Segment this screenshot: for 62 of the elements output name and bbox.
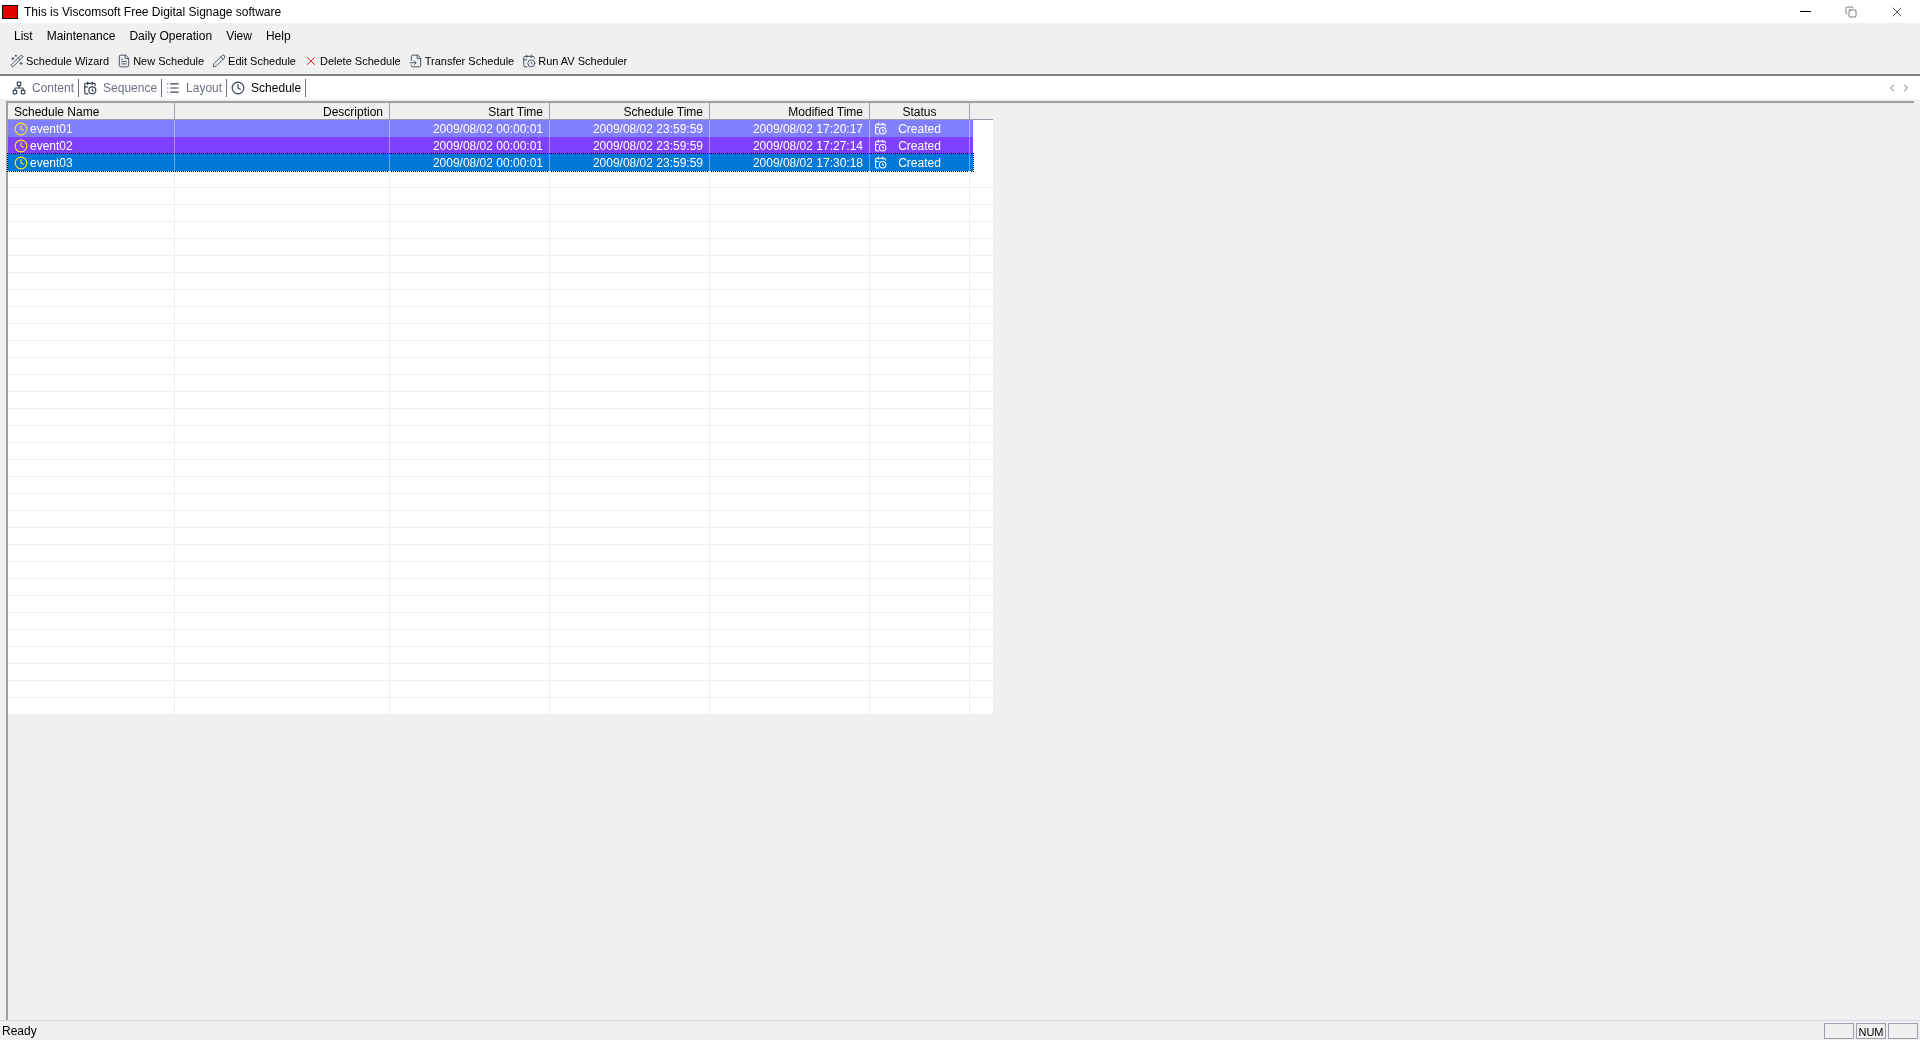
table-cell-text: 2009/08/02 00:00:01: [432, 120, 543, 138]
status-text: Ready: [2, 1022, 37, 1040]
pencil-icon: [212, 54, 227, 68]
tab[interactable]: Schedule: [227, 78, 307, 97]
table-cell-text: Created: [898, 120, 941, 138]
minimize-icon: [1799, 11, 1811, 12]
status-icon: [874, 122, 887, 135]
table-row[interactable]: event02 2009/08/02 00:00:01 2009/08/02 23:59:59 2009/08/02 17:27:14 Created: [8, 137, 973, 154]
tab[interactable]: Sequence: [79, 78, 163, 97]
table-cell-text: Created: [898, 154, 941, 172]
menu-item[interactable]: View: [226, 27, 252, 45]
table-row[interactable]: event03 2009/08/02 00:00:01 2009/08/02 23:59:59 2009/08/02 17:30:18 Created: [8, 154, 973, 171]
table-cell-text: 2009/08/02 17:30:18: [752, 154, 863, 172]
status-pane: [1824, 1022, 1854, 1039]
status-icon: [874, 139, 887, 152]
window-title: This is Viscomsoft Free Digital Signage software: [24, 3, 282, 21]
column-header[interactable]: Status: [870, 103, 970, 119]
clock-icon: [231, 80, 246, 95]
toolbar-button[interactable]: Run AV Scheduler: [522, 52, 628, 70]
menu-item[interactable]: Daily Operation: [129, 27, 213, 45]
wand-icon: [10, 54, 24, 68]
column-header[interactable]: Modified Time: [710, 103, 870, 119]
table-cell-text: 2009/08/02 00:00:01: [432, 137, 543, 155]
table-cell-text: event03: [30, 154, 73, 172]
toolbar-button[interactable]: Delete Schedule: [304, 52, 401, 70]
network-icon: [12, 80, 26, 95]
toolbar-button[interactable]: Transfer Schedule: [408, 52, 515, 70]
column-header[interactable]: Description: [175, 103, 390, 119]
tab[interactable]: Layout: [162, 78, 228, 97]
toolbar-button[interactable]: Edit Schedule: [212, 52, 296, 70]
app-logo-icon: [2, 4, 18, 19]
schedule-icon: [14, 121, 28, 136]
delete-icon: [304, 54, 318, 68]
table-cell-text: 2009/08/02 23:59:59: [592, 120, 703, 138]
calendar-clock-icon: [83, 80, 98, 95]
schedule-icon: [14, 155, 28, 170]
table-cell-text: 2009/08/02 23:59:59: [592, 154, 703, 172]
toolbar-button[interactable]: Schedule Wizard: [10, 52, 110, 70]
restore-icon: [1845, 5, 1857, 18]
table-cell-text: 2009/08/02 23:59:59: [592, 137, 703, 155]
document-arrow-icon: [408, 54, 423, 68]
table-cell-text: event01: [30, 120, 73, 138]
table-cell-text: 2009/08/02 00:00:01: [432, 154, 543, 172]
table-cell-text: Created: [898, 137, 941, 155]
menu-item[interactable]: Help: [265, 27, 291, 45]
calendar-clock-icon: [522, 54, 537, 68]
column-header[interactable]: Start Time: [390, 103, 550, 119]
tab[interactable]: Content: [8, 78, 80, 97]
menu-item[interactable]: Maintenance: [46, 27, 116, 45]
toolbar-button[interactable]: New Schedule: [117, 52, 205, 70]
schedule-icon: [14, 138, 28, 153]
menu-item[interactable]: List: [14, 27, 33, 45]
document-icon: [117, 54, 132, 68]
column-header[interactable]: Schedule Name: [8, 103, 175, 119]
list-icon: [166, 80, 181, 95]
table-cell-text: 2009/08/02 17:20:17: [752, 120, 863, 138]
table-cell-text: event02: [30, 137, 73, 155]
status-indicator: NUM: [1856, 1022, 1886, 1039]
table-cell-text: 2009/08/02 17:27:14: [752, 137, 863, 155]
status-pane: [1888, 1022, 1918, 1039]
column-header[interactable]: Schedule Time: [550, 103, 710, 119]
status-icon: [874, 156, 887, 169]
